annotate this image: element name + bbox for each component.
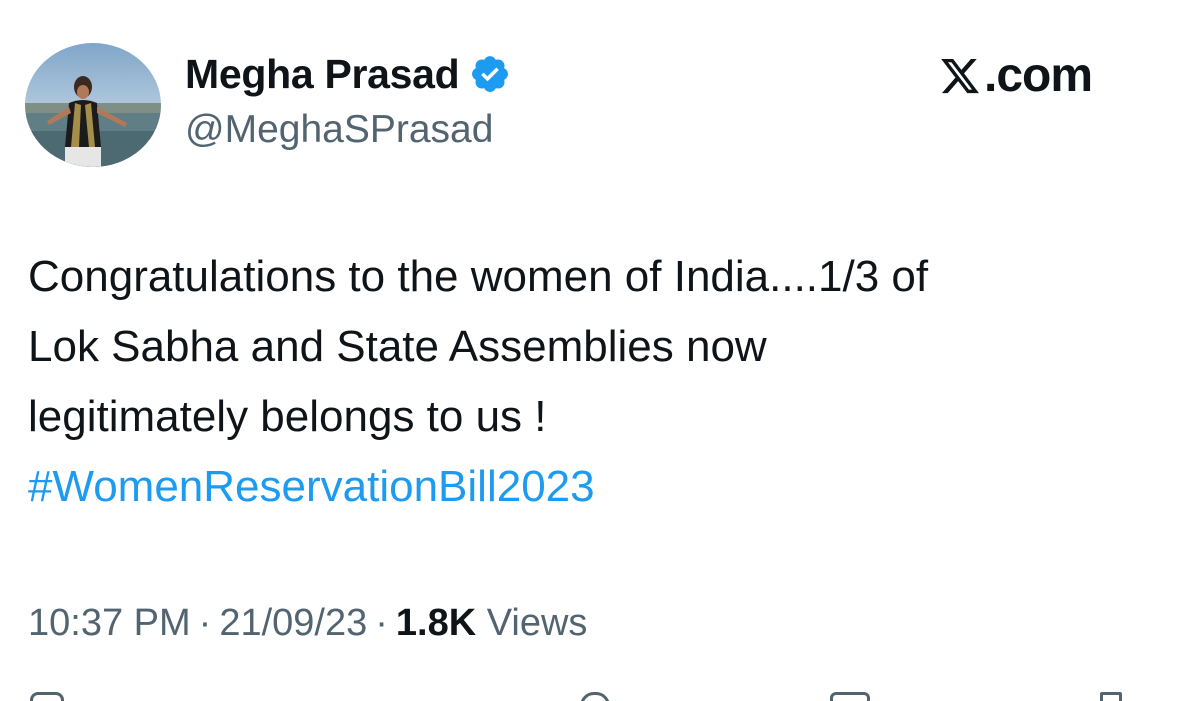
meta-separator: ·: [198, 602, 212, 644]
avatar[interactable]: [25, 43, 161, 167]
share-icon[interactable]: [1100, 692, 1122, 701]
action-bar: [0, 688, 1179, 701]
author-name[interactable]: Megha Prasad: [185, 50, 511, 98]
tweet-date[interactable]: 21/09/23: [219, 602, 367, 644]
tweet-line: Congratulations to the women of India...…: [28, 252, 929, 301]
author-handle[interactable]: @MeghaSPrasad: [185, 107, 493, 153]
author-name-text: Megha Prasad: [185, 51, 460, 97]
verified-badge-icon: [469, 53, 511, 95]
meta-separator: ·: [375, 602, 388, 644]
like-icon[interactable]: [580, 692, 610, 701]
tweet-text: Congratulations to the women of India...…: [28, 242, 1153, 522]
x-logo-icon: [938, 55, 982, 97]
bookmark-icon[interactable]: [830, 692, 870, 701]
avatar-photo: [25, 43, 161, 167]
tweet-time[interactable]: 10:37 PM: [28, 602, 191, 644]
reply-icon[interactable]: [30, 692, 64, 701]
hashtag-link[interactable]: #WomenReservationBill2023: [28, 452, 1153, 522]
tweet-line: Lok Sabha and State Assemblies now: [28, 322, 767, 371]
views-label: Views: [486, 602, 588, 644]
brand-logo: .com: [938, 49, 1093, 102]
views-count: 1.8K: [395, 602, 477, 644]
tweet-line: legitimately belongs to us !: [28, 392, 547, 441]
brand-label: .com: [984, 49, 1093, 102]
tweet-meta: 10:37 PM · 21/09/23 · 1.8K Views: [28, 598, 587, 648]
